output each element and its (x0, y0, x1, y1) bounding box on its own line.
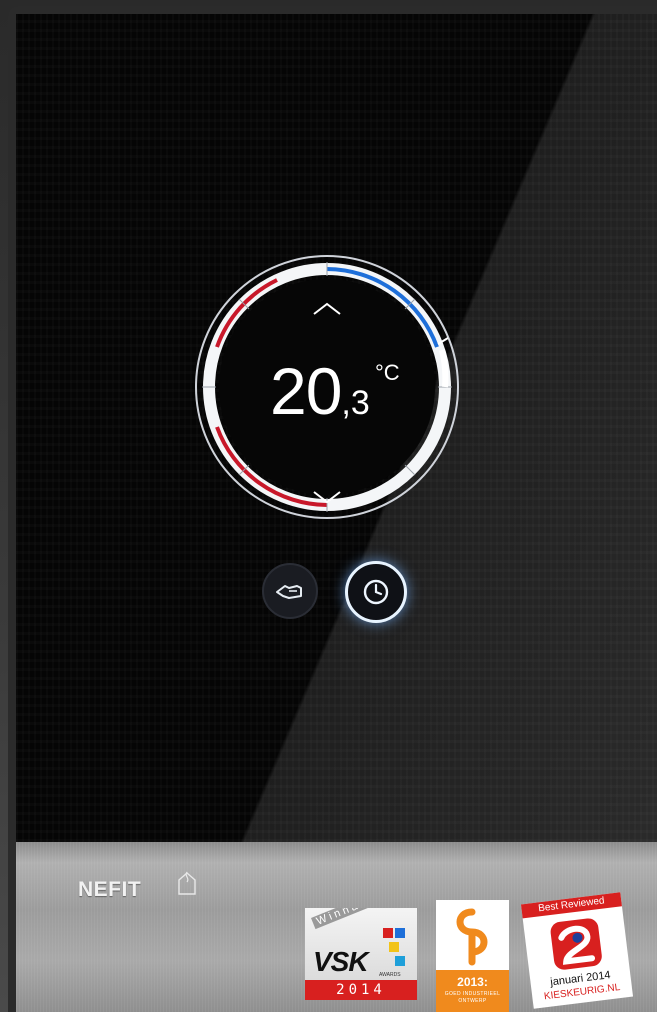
vsk-logo-text: VSK (313, 946, 369, 977)
gio-year: 2013: (457, 975, 488, 989)
kieskeurig-badge: Best Reviewed januari 2014 KIESKEURIG.NL (520, 892, 634, 1009)
vsk-awards-label: AWARDS (379, 972, 401, 978)
gio-logo-icon (456, 908, 488, 966)
brand-logo: NEFIT (78, 878, 142, 901)
clock-icon (363, 579, 389, 605)
gio-line-2: ONTWERP (458, 998, 487, 1004)
temperature-decimal: ,3 (341, 384, 370, 422)
goed-industrieel-ontwerp-badge: 2013: GOED INDUSTRIEEL ONTWERP (436, 900, 509, 1012)
temperature-readout: 20 ,3 (270, 358, 370, 424)
vsk-award-badge: Winnaar VSK AWARDS 2014 (305, 908, 417, 1000)
hand-icon (276, 585, 302, 599)
vsk-triangles-icon (383, 928, 405, 966)
temperature-unit: °C (375, 360, 400, 385)
kieskeurig-logo-icon (550, 918, 602, 970)
temperature-integer: 20 (270, 354, 342, 428)
schedule-mode-button[interactable] (345, 561, 407, 623)
flame-house-icon (178, 871, 196, 895)
manual-mode-button[interactable] (262, 563, 318, 619)
vsk-year: 2014 (305, 980, 417, 1000)
gio-line-1: GOED INDUSTRIEEL (444, 991, 501, 997)
